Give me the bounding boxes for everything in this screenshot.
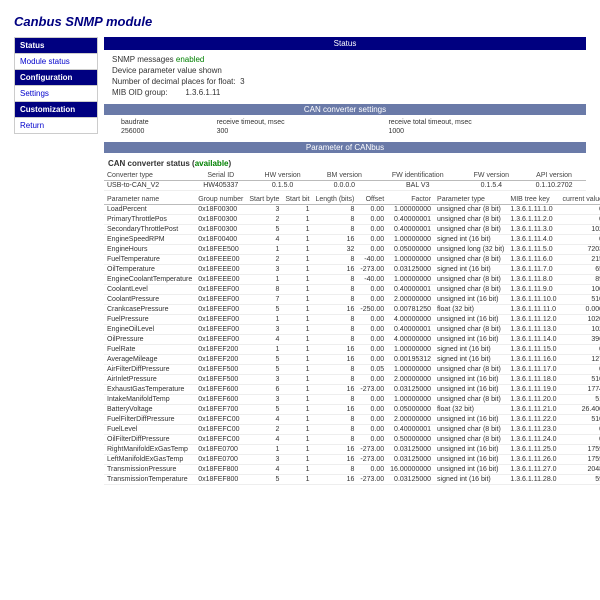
sidebar-item-3[interactable]: Settings bbox=[14, 85, 98, 102]
table-row: SecondaryThrottlePost0x18F003005180.000.… bbox=[104, 225, 600, 235]
converter-status-title: CAN converter status (available) bbox=[104, 156, 586, 171]
table-row: TransmissionTemperature0x18FEF8005116-27… bbox=[104, 475, 600, 485]
table-row: RightManifoldExGasTemp0x18FE07001116-273… bbox=[104, 445, 600, 455]
table-row: FuelTemperature0x18FEEE00218-40.001.0000… bbox=[104, 255, 600, 265]
table-row: CrankcasePressure0x18FEEF005116-250.000.… bbox=[104, 305, 600, 315]
table-row: BatteryVoltage0x18FEF70051160.000.050000… bbox=[104, 405, 600, 415]
table-row: OilFilterDiffPressure0x18FEFC004180.000.… bbox=[104, 435, 600, 445]
table-row: FuelFilterDiffPressure0x18FEFC004180.002… bbox=[104, 415, 600, 425]
snmp-status: enabled bbox=[176, 55, 204, 64]
can-converter-header: CAN converter settings bbox=[104, 104, 586, 115]
mib-row: MIB OID group: 1.3.6.1.11 bbox=[104, 87, 586, 98]
table-row: AirFilterDiffPressure0x18FEF5005180.051.… bbox=[104, 365, 600, 375]
sidebar-item-1[interactable]: Module status bbox=[14, 53, 98, 70]
param-table: Parameter nameGroup numberStart byteStar… bbox=[104, 195, 600, 485]
sidebar-item-4: Customization bbox=[14, 101, 98, 118]
sidebar-item-5[interactable]: Return bbox=[14, 117, 98, 134]
table-row: EngineHours0x18FEE50011320.000.05000000u… bbox=[104, 245, 600, 255]
table-row: ExhaustGasTemperature0x18FEF6006116-273.… bbox=[104, 385, 600, 395]
sidebar-item-2: Configuration bbox=[14, 69, 98, 86]
table-row: PrimaryThrottlePos0x18F003002180.000.400… bbox=[104, 215, 600, 225]
param-header: Parameter of CANbus bbox=[104, 142, 586, 153]
table-row: OilPressure0x18FEEF004180.004.00000000un… bbox=[104, 335, 600, 345]
converter-table: Converter typeSerial IDHW versionBM vers… bbox=[104, 171, 586, 191]
table-row: CoolantPressure0x18FEEF007180.002.000000… bbox=[104, 295, 600, 305]
table-row: TransmissionPressure0x18FEF8004180.0016.… bbox=[104, 465, 600, 475]
page-title: Canbus SNMP module bbox=[14, 14, 586, 29]
device-row: Device parameter value shown bbox=[104, 65, 586, 76]
sidebar: StatusModule statusConfigurationSettings… bbox=[14, 37, 98, 485]
sidebar-item-0: Status bbox=[14, 37, 98, 54]
table-row: AverageMileage0x18FEF20051160.000.001953… bbox=[104, 355, 600, 365]
table-row: OilTemperature0x18FEEE003116-273.000.031… bbox=[104, 265, 600, 275]
table-row: LeftManifoldExGasTemp0x18FE07003116-273.… bbox=[104, 455, 600, 465]
decimal-row: Number of decimal places for float: 3 bbox=[104, 76, 586, 87]
table-row: IntakeManifoldTemp0x18FEF6003180.001.000… bbox=[104, 395, 600, 405]
content: Status SNMP messages enabled Device para… bbox=[104, 37, 586, 485]
table-row: EngineOilLevel0x18FEEF003180.000.4000000… bbox=[104, 325, 600, 335]
conv-settings-table: baudratereceive timeout, msecreceive tot… bbox=[118, 118, 586, 136]
table-row: CoolantLevel0x18FEEF008180.000.40000001u… bbox=[104, 285, 600, 295]
table-row: EngineSpeedRPM0x18F0040041160.001.000000… bbox=[104, 235, 600, 245]
status-header: Status bbox=[104, 37, 586, 50]
table-row: AirInletPressure0x18FEF5003180.002.00000… bbox=[104, 375, 600, 385]
table-row: LoadPercent0x18F003003180.001.00000000un… bbox=[104, 205, 600, 215]
table-row: FuelPressure0x18FEEF001180.004.00000000u… bbox=[104, 315, 600, 325]
table-row: FuelLevel0x18FEFC002180.000.40000001unsi… bbox=[104, 425, 600, 435]
snmp-row: SNMP messages enabled bbox=[104, 54, 586, 65]
table-row: EngineCoolantTemperature0x18FEEE00118-40… bbox=[104, 275, 600, 285]
table-row: FuelRate0x18FEF20011160.001.00000000sign… bbox=[104, 345, 600, 355]
